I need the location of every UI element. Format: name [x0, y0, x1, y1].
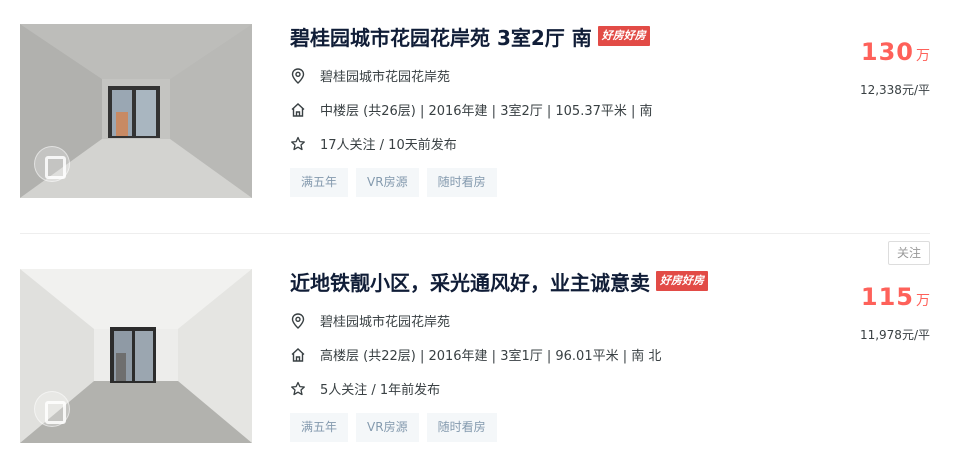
tag: VR房源	[356, 413, 419, 442]
unit-price: 12,338元/平	[859, 83, 930, 97]
vr-icon	[34, 391, 70, 427]
community-row: 碧桂园城市花园花岸苑	[290, 311, 450, 330]
follow-button[interactable]: 关注	[888, 241, 930, 265]
listing-divider	[20, 233, 930, 234]
tag-list: 满五年 VR房源 随时看房	[290, 168, 505, 197]
listing-card[interactable]: 碧桂园城市花园花岸苑 3室2厅 南 好房好房 碧桂园城市花园花岸苑 中楼层 (共…	[0, 0, 968, 200]
listing-card[interactable]: 近地铁靓小区，采光通风好，业主诚意卖 好房好房 碧桂园城市花园花岸苑 高楼层 (…	[0, 241, 968, 445]
community-link[interactable]: 碧桂园城市花园花岸苑	[320, 66, 450, 85]
total-price: 115 万	[861, 283, 930, 311]
house-info-text: 高楼层 (共22层) | 2016年建 | 3室1厅 | 96.01平米 | 南…	[320, 349, 662, 364]
house-info-row: 中楼层 (共26层) | 2016年建 | 3室2厅 | 105.37平米 | …	[290, 100, 653, 119]
location-pin-icon	[290, 67, 306, 84]
total-price: 130 万	[861, 38, 930, 66]
listing-title[interactable]: 碧桂园城市花园花岸苑 3室2厅 南	[290, 22, 592, 51]
listing-photo[interactable]	[20, 269, 252, 443]
total-price-value: 130	[860, 38, 914, 66]
price-unit: 万	[916, 48, 930, 64]
tag: 满五年	[290, 168, 349, 197]
location-pin-icon	[290, 312, 306, 329]
house-info-row: 高楼层 (共22层) | 2016年建 | 3室1厅 | 96.01平米 | 南…	[290, 345, 661, 364]
good-house-badge: 好房好房	[597, 26, 650, 46]
follow-info-text: 17人关注 / 10天前发布	[320, 138, 457, 153]
star-icon	[290, 381, 306, 397]
star-icon	[290, 136, 306, 152]
house-icon	[290, 347, 306, 363]
house-info-text: 中楼层 (共26层) | 2016年建 | 3室2厅 | 105.37平米 | …	[320, 104, 653, 119]
follow-info-row: 5人关注 / 1年前发布	[290, 379, 440, 398]
community-link[interactable]: 碧桂园城市花园花岸苑	[320, 311, 450, 330]
good-house-badge: 好房好房	[656, 271, 708, 291]
listing-photo[interactable]	[20, 24, 252, 198]
follow-info-row: 17人关注 / 10天前发布	[290, 134, 457, 153]
total-price-value: 115	[860, 283, 914, 311]
listing-title[interactable]: 近地铁靓小区，采光通风好，业主诚意卖	[290, 267, 650, 296]
tag: 随时看房	[426, 168, 497, 197]
vr-icon	[34, 146, 70, 182]
unit-price: 11,978元/平	[859, 328, 930, 342]
tag: 满五年	[290, 413, 349, 442]
price-unit: 万	[916, 293, 930, 309]
tag: 随时看房	[426, 413, 497, 442]
house-icon	[290, 102, 306, 118]
tag-list: 满五年 VR房源 随时看房	[290, 413, 505, 442]
community-row: 碧桂园城市花园花岸苑	[290, 66, 450, 85]
tag: VR房源	[356, 168, 419, 197]
follow-info-text: 5人关注 / 1年前发布	[320, 383, 441, 398]
